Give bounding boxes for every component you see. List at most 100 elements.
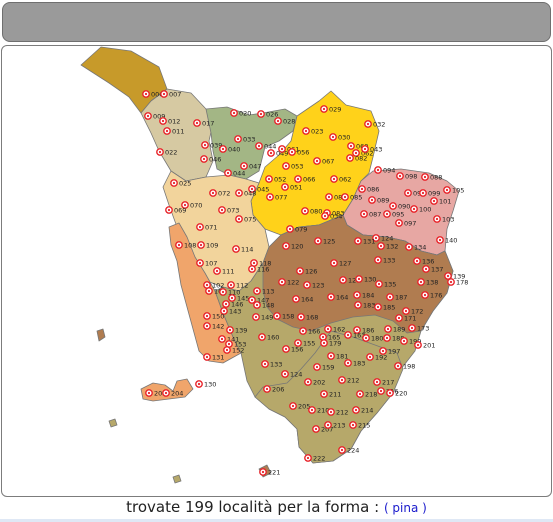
locality-marker[interactable]: 126 [296, 267, 318, 275]
locality-marker[interactable]: 164 [292, 295, 314, 303]
locality-marker[interactable]: 189 [384, 325, 406, 333]
locality-marker[interactable]: 159 [313, 363, 335, 371]
locality-marker[interactable]: 032 [364, 120, 386, 128]
locality-marker[interactable]: 109 [197, 241, 219, 249]
locality-marker[interactable]: 011 [163, 127, 185, 135]
locality-marker[interactable]: 123 [303, 281, 325, 289]
locality-marker[interactable]: 122 [278, 278, 300, 286]
locality-marker[interactable]: 214 [352, 406, 374, 414]
locality-marker[interactable]: 138 [417, 278, 439, 286]
locality-marker[interactable]: 133 [261, 360, 283, 368]
locality-marker[interactable]: 213 [324, 421, 346, 429]
locality-marker[interactable]: 152 [223, 346, 245, 354]
locality-marker[interactable]: 069 [165, 206, 187, 214]
locality-marker[interactable]: 183 [354, 301, 376, 309]
locality-marker[interactable]: 212 [338, 376, 360, 384]
locality-marker[interactable]: 130 [195, 380, 217, 388]
locality-marker[interactable]: 142 [203, 322, 225, 330]
locality-marker[interactable]: 124 [281, 370, 303, 378]
locality-marker[interactable]: 187 [386, 293, 408, 301]
locality-marker[interactable]: 204 [162, 389, 184, 397]
locality-marker[interactable]: 025 [170, 179, 192, 187]
locality-marker[interactable]: 221 [259, 468, 281, 476]
locality-marker[interactable]: 028 [274, 117, 296, 125]
locality-marker[interactable]: 127 [330, 259, 352, 267]
locality-marker[interactable]: 051 [281, 183, 303, 191]
locality-marker[interactable]: 022 [156, 148, 178, 156]
locality-marker[interactable]: 012 [159, 117, 181, 125]
locality-marker[interactable]: 097 [395, 219, 417, 227]
locality-marker[interactable]: 120 [282, 242, 304, 250]
locality-marker[interactable]: 023 [302, 127, 324, 135]
locality-marker[interactable]: 134 [405, 243, 427, 251]
locality-marker[interactable]: 124 [372, 234, 394, 242]
locality-marker[interactable]: 156 [282, 345, 304, 353]
locality-marker[interactable]: 212 [327, 408, 349, 416]
locality-marker[interactable]: 149 [252, 313, 274, 321]
locality-marker[interactable]: 176 [421, 291, 443, 299]
locality-marker[interactable]: 053 [282, 162, 304, 170]
locality-marker[interactable]: 131 [203, 353, 225, 361]
locality-marker[interactable]: 206 [263, 385, 285, 393]
locality-marker[interactable]: 080 [301, 207, 323, 215]
locality-marker[interactable]: 029 [320, 105, 342, 113]
locality-marker[interactable]: 075 [235, 215, 257, 223]
locality-marker[interactable]: 164 [327, 293, 349, 301]
locality-marker[interactable]: 094 [374, 166, 396, 174]
locality-marker[interactable]: 150 [203, 312, 225, 320]
locality-marker[interactable]: 162 [324, 325, 346, 333]
locality-marker[interactable]: 079 [286, 225, 308, 233]
locality-marker[interactable]: 217 [373, 378, 395, 386]
locality-marker[interactable]: 077 [266, 193, 288, 201]
locality-marker[interactable]: 158 [273, 312, 295, 320]
locality-marker[interactable]: 178 [447, 278, 469, 286]
locality-marker[interactable]: 218 [356, 390, 378, 398]
locality-marker[interactable]: 044 [255, 142, 277, 150]
locality-marker[interactable]: 166 [299, 327, 321, 335]
locality-marker[interactable]: 062 [330, 175, 352, 183]
locality-marker[interactable]: 098 [396, 172, 418, 180]
locality-marker[interactable]: 133 [374, 256, 396, 264]
locality-marker[interactable]: 171 [395, 314, 417, 322]
locality-marker[interactable]: 111 [213, 267, 235, 275]
locality-marker[interactable]: 131 [354, 237, 376, 245]
locality-marker[interactable]: 099 [419, 189, 441, 197]
locality-marker[interactable]: 135 [375, 280, 397, 288]
locality-marker[interactable]: 048 [235, 189, 257, 197]
locality-marker[interactable]: 052 [265, 175, 287, 183]
locality-marker[interactable]: 168 [297, 313, 319, 321]
locality-marker[interactable]: 125 [314, 237, 336, 245]
locality-marker[interactable]: 088 [421, 173, 443, 181]
locality-marker[interactable]: 114 [232, 245, 254, 253]
locality-marker[interactable]: 017 [193, 119, 215, 127]
locality-marker[interactable]: 179 [320, 339, 342, 347]
locality-marker[interactable]: 056 [288, 148, 310, 156]
locality-marker[interactable]: 201 [414, 341, 436, 349]
locality-marker[interactable]: 082 [346, 154, 368, 162]
form-link[interactable]: ( pina ) [384, 501, 427, 515]
locality-marker[interactable]: 173 [408, 324, 430, 332]
locality-marker[interactable]: 072 [209, 189, 231, 197]
locality-marker[interactable]: 139 [226, 326, 248, 334]
locality-marker[interactable]: 224 [338, 446, 360, 454]
locality-marker[interactable]: 220 [386, 389, 408, 397]
locality-marker[interactable]: 087 [360, 210, 382, 218]
locality-marker[interactable]: 040 [219, 145, 241, 153]
locality-marker[interactable]: 211 [320, 390, 342, 398]
locality-marker[interactable]: 046 [200, 155, 222, 163]
locality-marker[interactable]: 160 [258, 333, 280, 341]
locality-marker[interactable]: 043 [361, 145, 383, 153]
locality-marker[interactable]: 210 [308, 406, 330, 414]
locality-marker[interactable]: 137 [422, 265, 444, 273]
locality-marker[interactable]: 116 [248, 265, 270, 273]
locality-marker[interactable]: 020 [230, 109, 252, 117]
locality-marker[interactable]: 136 [413, 257, 435, 265]
locality-marker[interactable]: 086 [358, 185, 380, 193]
locality-marker[interactable]: 067 [313, 157, 335, 165]
locality-marker[interactable]: 100 [410, 205, 432, 213]
locality-marker[interactable]: 185 [374, 303, 396, 311]
locality-marker[interactable]: 132 [377, 242, 399, 250]
locality-marker[interactable]: 026 [257, 110, 279, 118]
locality-marker[interactable]: 101 [430, 197, 452, 205]
locality-marker[interactable]: 030 [329, 133, 351, 141]
